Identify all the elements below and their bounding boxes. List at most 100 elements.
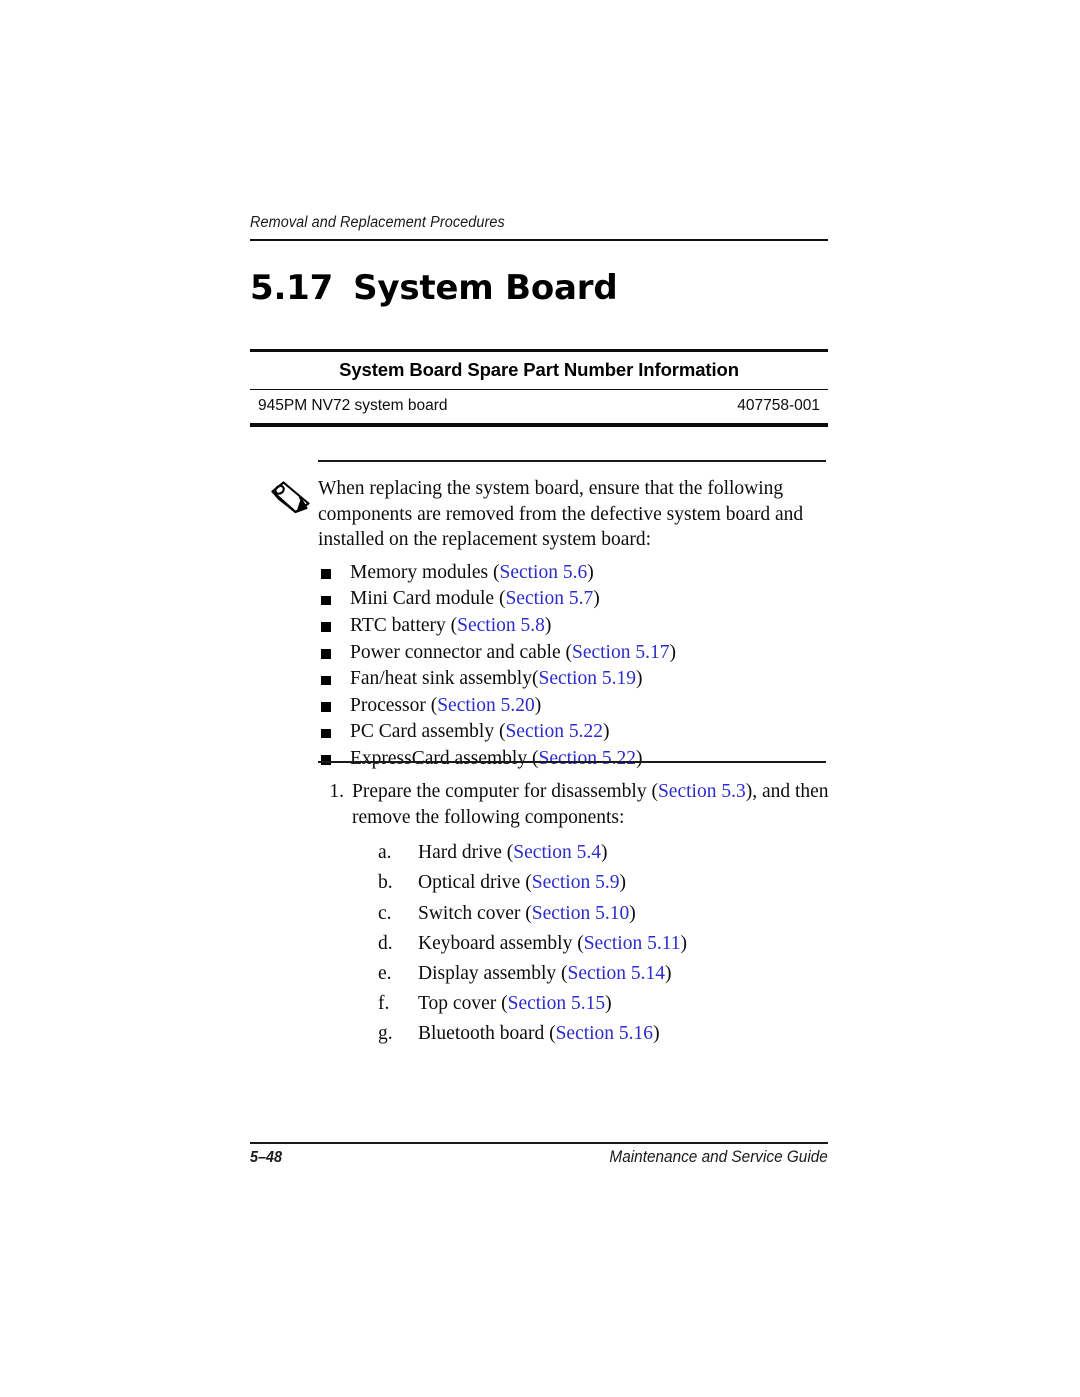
cross-reference-link[interactable]: Section 5.7 <box>505 588 593 609</box>
list-item: d. Keyboard assembly (Section 5.11) <box>352 929 838 959</box>
substep-tail: ) <box>605 993 612 1015</box>
square-bullet-icon <box>321 622 331 632</box>
procedure-substep-list: a. Hard drive (Section 5.4) b. Optical dri… <box>352 838 838 1049</box>
square-bullet-icon <box>321 702 331 712</box>
table-bottom-rule <box>250 423 828 427</box>
footer-rule <box>250 1142 828 1144</box>
note-text: When replacing the system board, ensure … <box>318 478 804 551</box>
substep-marker: a. <box>378 842 392 864</box>
bullet-tail: ) <box>544 614 552 636</box>
cross-reference-link[interactable]: Section 5.14 <box>567 963 665 984</box>
square-bullet-icon <box>321 595 331 606</box>
page-footer: 5–48 Maintenance and Service Guide <box>250 1148 828 1167</box>
cross-reference-link[interactable]: Section 5.16 <box>556 1023 654 1044</box>
cross-reference-link[interactable]: Section 5.20 <box>437 695 535 716</box>
section-title-text: System Board <box>353 268 618 308</box>
cross-reference-link[interactable]: Section 5.9 <box>532 872 620 893</box>
substep-marker: g. <box>378 1023 393 1045</box>
table-caption: System Board Spare Part Number Informati… <box>339 359 739 381</box>
step-marker: 1. <box>329 781 344 802</box>
note-bottom-rule <box>318 761 826 763</box>
bullet-tail: ) <box>635 747 643 769</box>
note-top-rule <box>318 460 826 462</box>
cross-reference-link[interactable]: Section 5.19 <box>538 668 636 689</box>
list-item: Power connector and cable (Section 5.17) <box>318 640 830 667</box>
list-item: PC Card assembly (Section 5.22) <box>318 719 830 746</box>
bullet-tail: ) <box>534 694 542 716</box>
substep-label: Top cover ( <box>418 993 508 1015</box>
cross-reference-link[interactable]: Section 5.6 <box>499 562 587 583</box>
cross-reference-link[interactable]: Section 5.17 <box>572 642 670 663</box>
square-bullet-icon <box>321 675 331 686</box>
running-header-rule <box>250 239 828 241</box>
list-item: g. Bluetooth board (Section 5.16) <box>352 1019 838 1049</box>
bullet-tail: ) <box>635 668 643 690</box>
procedure-step: 1. Prepare the computer for disassembly (… <box>318 779 838 1050</box>
bullet-label: PC Card assembly ( <box>350 721 506 743</box>
footer-guide-title: Maintenance and Service Guide <box>609 1148 828 1166</box>
list-item: Processor (Section 5.20) <box>318 693 830 720</box>
bullet-label: RTC battery ( <box>350 614 458 636</box>
part-description: 945PM NV72 system board <box>258 397 448 415</box>
substep-tail: ) <box>619 872 626 894</box>
cross-reference-link[interactable]: Section 5.11 <box>584 933 681 954</box>
spare-part-table: System Board Spare Part Number Informati… <box>250 349 828 427</box>
list-item: Fan/heat sink assembly(Section 5.19) <box>318 666 830 693</box>
bullet-label: Power connector and cable ( <box>350 641 572 663</box>
cross-reference-link[interactable]: Section 5.3 <box>658 781 746 802</box>
bullet-tail: ) <box>669 641 676 663</box>
page-title: 5.17 System Board <box>250 268 618 308</box>
bullet-label: ExpressCard assembly ( <box>350 747 539 769</box>
substep-label: Bluetooth board ( <box>418 1023 556 1045</box>
bullet-label: Mini Card module ( <box>350 588 506 610</box>
substep-label: Hard drive ( <box>418 842 514 864</box>
list-item: c. Switch cover (Section 5.10) <box>352 899 838 929</box>
square-bullet-icon <box>321 728 331 739</box>
cross-reference-link[interactable]: Section 5.10 <box>532 903 630 924</box>
part-number: 407758-001 <box>737 397 820 415</box>
pencil-note-icon <box>268 478 314 516</box>
cross-reference-link[interactable]: Section 5.15 <box>508 993 606 1014</box>
note-block: When replacing the system board, ensure … <box>318 476 830 773</box>
square-bullet-icon <box>321 569 331 579</box>
substep-marker: e. <box>378 963 392 984</box>
list-item: Memory modules (Section 5.6) <box>318 560 830 587</box>
step-lead-text: Prepare the computer for disassembly ( <box>352 781 658 802</box>
substep-tail: ) <box>601 842 608 864</box>
cross-reference-link[interactable]: Section 5.22 <box>505 721 603 742</box>
cross-reference-link[interactable]: Section 5.8 <box>457 615 545 636</box>
substep-marker: f. <box>378 993 390 1015</box>
substep-marker: c. <box>378 902 392 924</box>
bullet-label: Processor ( <box>350 694 438 716</box>
substep-label: Display assembly ( <box>418 963 568 984</box>
section-number: 5.17 <box>250 268 334 308</box>
list-item: f. Top cover (Section 5.15) <box>352 989 838 1019</box>
document-page: Removal and Replacement Procedures 5.17 S… <box>0 0 1080 1397</box>
list-item: Mini Card module (Section 5.7) <box>318 586 830 613</box>
substep-label: Switch cover ( <box>418 902 532 924</box>
substep-label: Keyboard assembly ( <box>418 932 584 954</box>
running-header: Removal and Replacement Procedures <box>250 214 828 231</box>
substep-tail: ) <box>680 932 687 954</box>
cross-reference-link[interactable]: Section 5.4 <box>513 842 601 863</box>
list-item: b. Optical drive (Section 5.9) <box>352 868 838 898</box>
bullet-label: Fan/heat sink assembly( <box>350 668 539 690</box>
substep-tail: ) <box>629 902 636 924</box>
footer-page-number: 5–48 <box>250 1149 283 1166</box>
bullet-tail: ) <box>602 721 610 743</box>
substep-marker: b. <box>378 872 393 894</box>
procedure-list: 1. Prepare the computer for disassembly (… <box>318 779 838 1069</box>
bullet-label: Memory modules ( <box>350 561 500 583</box>
note-bullet-list: Memory modules (Section 5.6) Mini Card m… <box>318 560 830 773</box>
cross-reference-link[interactable]: Section 5.22 <box>538 748 636 769</box>
list-item: e. Display assembly (Section 5.14) <box>352 959 838 989</box>
substep-tail: ) <box>653 1023 660 1045</box>
list-item: a. Hard drive (Section 5.4) <box>352 838 838 868</box>
substep-label: Optical drive ( <box>418 872 532 894</box>
list-item: ExpressCard assembly (Section 5.22) <box>318 746 830 773</box>
square-bullet-icon <box>321 649 331 659</box>
substep-tail: ) <box>664 963 672 984</box>
bullet-tail: ) <box>593 588 600 610</box>
bullet-tail: ) <box>587 561 594 583</box>
table-row: 945PM NV72 system board 407758-001 <box>250 390 828 423</box>
